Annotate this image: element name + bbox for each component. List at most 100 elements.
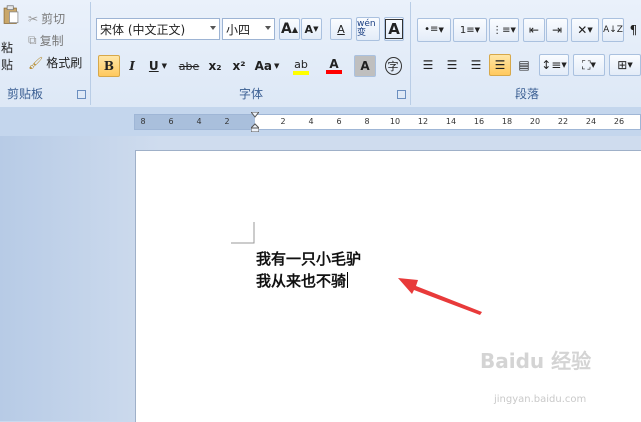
copy-button[interactable]: ⧉ 复制 [28, 32, 64, 49]
ruler-tick: 18 [501, 117, 513, 126]
red-arrow-annotation [398, 278, 482, 315]
format-painter-label: 格式刷 [46, 56, 83, 70]
enclose-characters-button[interactable]: 字 [382, 55, 404, 77]
character-border-button[interactable]: A [384, 17, 404, 41]
asian-layout-icon: ✕ [577, 23, 588, 37]
align-right-icon: ☰ [470, 58, 482, 72]
document-line[interactable]: 我有一只小毛驴 [256, 248, 361, 269]
chevron-down-icon [210, 26, 216, 30]
ruler-tick: 6 [336, 117, 342, 126]
phonetic-guide-button[interactable]: wén 变 [356, 17, 380, 41]
phonetic-icon: wén 变 [357, 19, 376, 38]
shading-button[interactable]: ⛶ ▼ [573, 54, 605, 76]
document-page[interactable] [135, 150, 641, 422]
italic-icon: I [129, 59, 135, 73]
chevron-down-icon: ▼ [627, 61, 633, 69]
bullets-icon: •≡ [424, 24, 439, 35]
ruler-tick: 12 [417, 117, 429, 126]
underline-icon: U [148, 59, 159, 73]
numbering-button[interactable]: 1≡ ▼ [453, 18, 487, 42]
numbering-icon: 1≡ [459, 24, 475, 36]
align-left-button[interactable]: ☰ [417, 54, 439, 76]
copy-label: 复制 [39, 34, 64, 48]
ribbon: 粘贴 ✂ 剪切 ⧉ 复制 🖌 格式刷 剪贴板 ↘ 宋体 (中文正文) 小四 A▲ [0, 0, 641, 108]
distributed-button[interactable]: ▤ [513, 54, 535, 76]
font-dialog-launcher[interactable]: ↘ [397, 90, 406, 99]
decrease-indent-icon: ⇤ [528, 23, 540, 37]
ruler-tick: 26 [613, 117, 625, 126]
document-line[interactable]: 我从来也不骑 [256, 270, 349, 291]
bold-button[interactable]: B [98, 55, 120, 77]
font-group: 宋体 (中文正文) 小四 A ▲ A ▼ A wén 变 A B I U ▼ a… [92, 2, 411, 105]
paragraph-group-label: 段落 [514, 87, 539, 101]
ruler-tick: 2 [224, 117, 230, 126]
paste-label: 粘贴 [1, 41, 14, 72]
decrease-indent-button[interactable]: ⇤ [523, 18, 545, 42]
sort-button[interactable]: A↓Z [602, 18, 624, 42]
increase-indent-icon: ⇥ [551, 23, 563, 37]
ruler-tick: 4 [308, 117, 314, 126]
font-group-label: 字体 [238, 87, 263, 101]
chevron-down-icon: ▼ [590, 61, 596, 69]
chevron-down-icon: ▼ [438, 26, 444, 34]
bold-icon: B [103, 59, 115, 73]
distributed-icon: ▤ [518, 58, 530, 72]
format-painter-button[interactable]: 🖌 格式刷 [28, 54, 82, 71]
italic-button[interactable]: I [122, 55, 142, 77]
bullets-button[interactable]: •≡ ▼ [417, 18, 451, 42]
paste-button[interactable]: 粘贴 [0, 4, 22, 74]
indent-marker-icon[interactable] [251, 112, 259, 132]
font-size-combo[interactable]: 小四 [222, 18, 275, 40]
document-line-text: 我从来也不骑 [256, 272, 347, 290]
font-size-value: 小四 [226, 22, 251, 37]
ruler-margin [135, 115, 255, 129]
borders-button[interactable]: ⊞ ▼ [609, 54, 641, 76]
highlight-color-bar [293, 70, 309, 75]
paint-bucket-icon: ⛶ [582, 57, 591, 72]
cut-button[interactable]: ✂ 剪切 [28, 10, 65, 27]
margin-corner-mark [231, 222, 255, 244]
asian-layout-button[interactable]: ✕ ▼ [571, 18, 599, 42]
chevron-down-icon: ▼ [161, 62, 168, 70]
align-right-button[interactable]: ☰ [465, 54, 487, 76]
grow-font-button[interactable]: A ▲ [279, 18, 300, 40]
highlight-button[interactable]: ab [286, 55, 316, 77]
horizontal-ruler[interactable]: 8 6 4 2 2 4 6 8 10 12 14 16 18 20 22 24 26 [134, 112, 641, 132]
chevron-down-icon: ▼ [510, 26, 516, 34]
line-spacing-button[interactable]: ↕≡ ▼ [539, 54, 569, 76]
multilevel-list-button[interactable]: ⋮≡ ▼ [489, 18, 519, 42]
superscript-button[interactable]: x² [228, 55, 250, 77]
chevron-down-icon: ▼ [474, 26, 481, 34]
change-case-button[interactable]: Aa ▼ [252, 55, 282, 77]
underline-button[interactable]: U ▼ [144, 55, 172, 77]
increase-indent-button[interactable]: ⇥ [546, 18, 568, 42]
justify-button[interactable]: ☰ [489, 54, 511, 76]
font-color-button[interactable]: A [320, 55, 348, 77]
scissors-icon: ✂ [28, 11, 39, 26]
show-marks-button[interactable]: ¶ [626, 18, 641, 42]
clipboard-group: 粘贴 ✂ 剪切 ⧉ 复制 🖌 格式刷 剪贴板 ↘ [0, 2, 91, 105]
ruler-tick: 20 [529, 117, 541, 126]
eraser-icon: A [337, 22, 345, 36]
shrink-font-button[interactable]: A ▼ [301, 18, 322, 40]
align-left-icon: ☰ [422, 58, 434, 72]
line-spacing-icon: ↕≡ [541, 58, 562, 72]
shrink-font-icon: A [304, 22, 314, 36]
superscript-icon: x² [232, 59, 246, 73]
chevron-down-icon: ▼ [561, 61, 567, 69]
chevron-down-icon [265, 26, 271, 30]
border-char-icon: A [385, 19, 403, 39]
paintbrush-icon: 🖌 [28, 55, 44, 70]
ruler-tick: 24 [585, 117, 597, 126]
baidu-watermark: Baidu 经验 [480, 349, 592, 373]
font-name-value: 宋体 (中文正文) [100, 22, 186, 37]
multilevel-list-icon: ⋮≡ [492, 24, 511, 36]
font-name-combo[interactable]: 宋体 (中文正文) [96, 18, 220, 40]
align-center-button[interactable]: ☰ [441, 54, 463, 76]
subscript-button[interactable]: x₂ [204, 55, 226, 77]
ruler-tick: 4 [196, 117, 202, 126]
clear-formatting-button[interactable]: A [330, 18, 352, 40]
strikethrough-button[interactable]: abe [176, 55, 202, 77]
character-shading-button[interactable]: A [354, 55, 376, 77]
clipboard-dialog-launcher[interactable]: ↘ [77, 90, 86, 99]
